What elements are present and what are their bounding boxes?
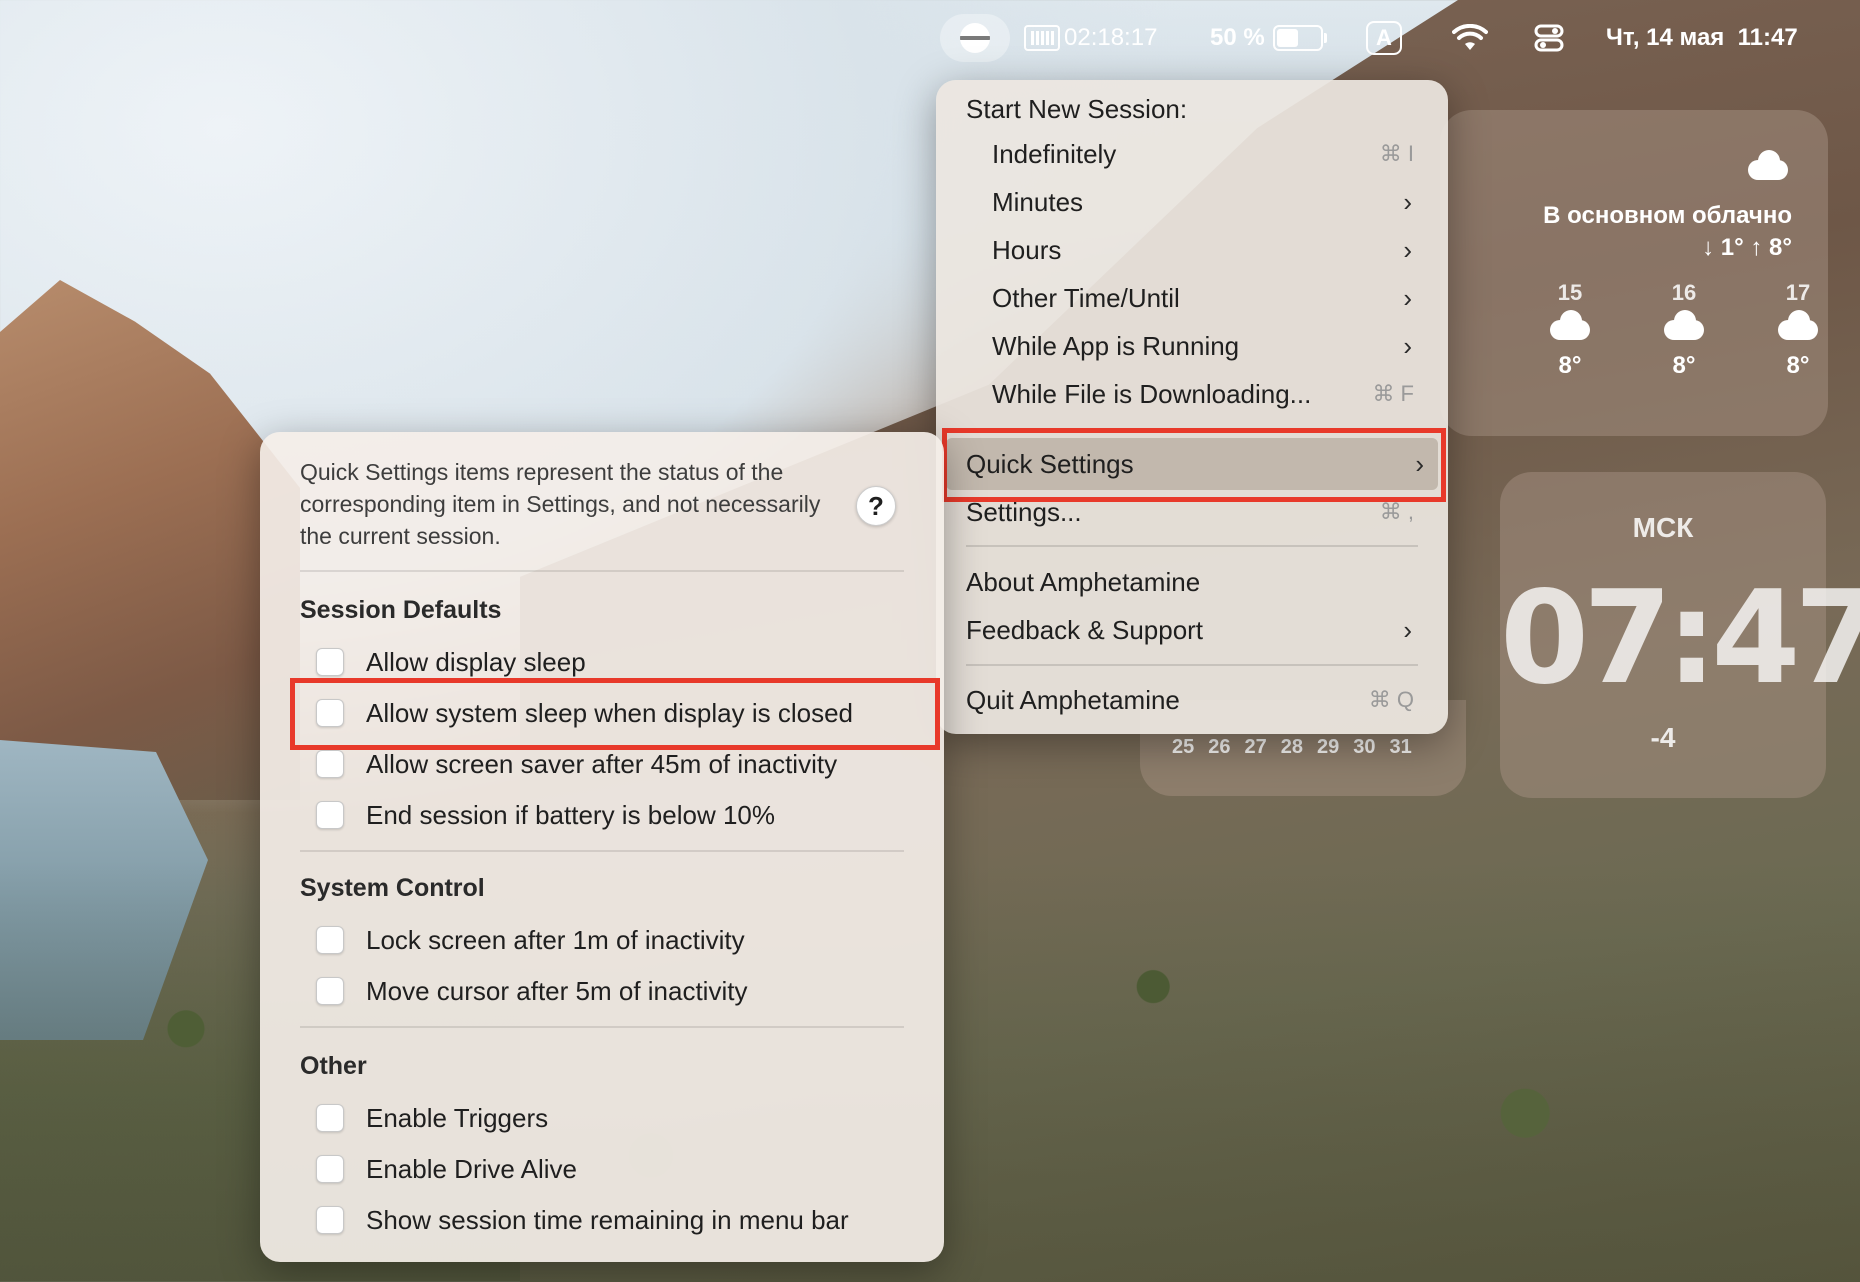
checkbox[interactable] [316, 648, 344, 676]
calendar-day: 25 [1172, 736, 1195, 758]
section-title: System Control [300, 874, 485, 902]
quick-settings-info: Quick Settings items represent the statu… [300, 459, 821, 549]
checkbox-lock-screen[interactable]: Lock screen after 1m of inactivity [316, 920, 745, 960]
checkbox[interactable] [316, 1206, 344, 1234]
calendar-day: 29 [1317, 736, 1340, 758]
checkbox-allow-screen-saver[interactable]: Allow screen saver after 45m of inactivi… [316, 744, 837, 784]
checkbox-enable-triggers[interactable]: Enable Triggers [316, 1098, 548, 1138]
divider [300, 1026, 904, 1028]
divider [300, 570, 904, 572]
menu-item-while-app-running[interactable]: While App is Running › [992, 324, 1426, 368]
checkbox[interactable] [316, 801, 344, 829]
chevron-right-icon: › [1403, 186, 1412, 217]
menu-item-quit[interactable]: Quit Amphetamine ⌘ Q [966, 678, 1426, 722]
cloud-icon [1778, 310, 1818, 340]
shortcut-label: ⌘ F [1372, 381, 1414, 406]
calendar-day: 28 [1280, 736, 1303, 758]
session-timer-text: 02:18:17 [1064, 24, 1158, 51]
shortcut-label: ⌘ Q [1368, 687, 1414, 712]
input-source[interactable]: A [1366, 18, 1402, 58]
checkbox-end-session-battery[interactable]: End session if battery is below 10% [316, 795, 775, 835]
battery-icon [1272, 25, 1327, 51]
menubar-clock[interactable]: Чт, 14 мая 11:47 [1606, 18, 1798, 58]
menu-item-while-file-downloading[interactable]: While File is Downloading... ⌘ F [992, 372, 1426, 416]
divider [300, 850, 904, 852]
calendar-day: 26 [1208, 736, 1231, 758]
menu-item-minutes[interactable]: Minutes › [992, 180, 1426, 224]
world-clock-widget[interactable]: МСК 07:47 -4 [1500, 472, 1860, 798]
clock-offset: -4 [1650, 722, 1676, 753]
help-button[interactable]: ? [856, 486, 896, 526]
calendar-days: 25 26 27 28 29 30 31 [1172, 736, 1412, 759]
forecast-temp: 8° [1672, 352, 1696, 379]
session-timer[interactable]: 02:18:17 [1024, 18, 1157, 58]
menu-item-feedback[interactable]: Feedback & Support › [966, 608, 1426, 652]
forecast-day: 17 8° [1768, 280, 1828, 380]
cloud-icon [1550, 310, 1590, 340]
checkbox[interactable] [316, 1155, 344, 1183]
battery-level-fill [1276, 29, 1298, 47]
checkbox[interactable] [316, 977, 344, 1005]
clock-city: МСК [1632, 512, 1694, 543]
forecast-day-label: 15 [1557, 280, 1583, 305]
quick-settings-panel: Quick Settings items represent the statu… [260, 432, 944, 1262]
chevron-right-icon: › [1403, 282, 1412, 313]
clock-time: 07:47 [1500, 564, 1860, 713]
highlight-box-quick-settings [942, 428, 1446, 502]
forecast-day-label: 16 [1671, 280, 1697, 305]
section-title: Other [300, 1052, 367, 1080]
menu-item-other-time[interactable]: Other Time/Until › [992, 276, 1426, 320]
checkbox-enable-drive-alive[interactable]: Enable Drive Alive [316, 1149, 577, 1189]
forecast-temp: 8° [1558, 352, 1582, 379]
forecast-day-label: 17 [1785, 280, 1811, 305]
chevron-right-icon: › [1403, 234, 1412, 265]
wifi-icon [1452, 24, 1488, 50]
control-center[interactable] [1534, 18, 1564, 58]
amphetamine-menu-extra[interactable] [940, 14, 1010, 62]
weather-widget[interactable]: В основном облачно ↓ 1° ↑ 8° 15 8° 16 8°… [1440, 110, 1828, 436]
calendar-day: 30 [1353, 736, 1376, 758]
menu-item-about[interactable]: About Amphetamine [966, 560, 1426, 604]
menu-separator [966, 545, 1418, 547]
amphetamine-menu: Start New Session: Indefinitely ⌘ I Minu… [936, 80, 1448, 734]
wallpaper-cliff [0, 280, 300, 800]
chevron-right-icon: › [1403, 330, 1412, 361]
shortcut-label: ⌘ I [1379, 141, 1414, 166]
menu-item-hours[interactable]: Hours › [992, 228, 1426, 272]
chevron-right-icon: › [1403, 614, 1412, 645]
weather-condition: В основном облачно [1543, 202, 1792, 229]
checkbox[interactable] [316, 926, 344, 954]
menu-header: Start New Session: [966, 94, 1188, 124]
calendar-day: 27 [1244, 736, 1267, 758]
amphetamine-pill-icon [960, 23, 990, 53]
cloud-icon [1748, 150, 1788, 180]
forecast-day: 16 8° [1654, 280, 1714, 380]
calendar-day: 31 [1389, 736, 1412, 758]
checkbox-allow-display-sleep[interactable]: Allow display sleep [316, 642, 586, 682]
checkbox-move-cursor[interactable]: Move cursor after 5m of inactivity [316, 971, 747, 1011]
timer-meter-icon [1024, 25, 1060, 51]
control-center-icon [1534, 24, 1564, 52]
shortcut-label: ⌘ , [1379, 499, 1414, 524]
weather-range: ↓ 1° ↑ 8° [1702, 234, 1792, 261]
weather-summary: В основном облачно ↓ 1° ↑ 8° [1543, 200, 1792, 264]
cloud-icon [1664, 310, 1704, 340]
checkbox[interactable] [316, 1104, 344, 1132]
highlight-box-system-sleep [290, 678, 940, 750]
menu-item-indefinitely[interactable]: Indefinitely ⌘ I [992, 132, 1426, 176]
forecast-day: 15 8° [1540, 280, 1600, 380]
battery-status[interactable]: 50 % [1210, 18, 1327, 58]
menu-bar: 02:18:17 50 % A Чт, 14 мая 11:47 [0, 0, 1860, 76]
battery-percent: 50 % [1210, 24, 1265, 51]
menu-separator [966, 664, 1418, 666]
wifi-status[interactable] [1452, 18, 1488, 58]
checkbox[interactable] [316, 750, 344, 778]
input-source-icon: A [1366, 21, 1402, 55]
forecast-temp: 8° [1786, 352, 1810, 379]
checkbox-show-session-time[interactable]: Show session time remaining in menu bar [316, 1200, 849, 1240]
section-title: Session Defaults [300, 596, 502, 624]
